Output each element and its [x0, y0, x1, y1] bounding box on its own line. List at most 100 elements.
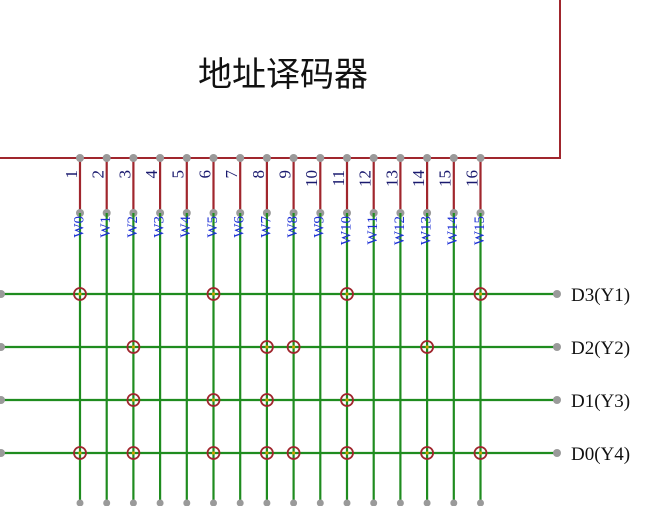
pin-top-node — [316, 154, 325, 162]
storage-cell-core — [265, 345, 269, 349]
word-end-node — [236, 499, 244, 506]
pin-top-node — [102, 154, 111, 162]
pin-number: 16 — [462, 170, 481, 187]
pin-number: 12 — [356, 170, 375, 187]
word-label: W5 — [205, 216, 221, 238]
storage-cell-core — [345, 398, 349, 402]
word-end-node — [290, 499, 298, 506]
pin-number: 13 — [382, 170, 401, 187]
pin-number: 8 — [249, 170, 268, 179]
pin-number: 11 — [329, 170, 348, 186]
word-end-node — [76, 499, 84, 506]
word-end-node — [370, 499, 378, 506]
word-label: W8 — [285, 216, 301, 238]
storage-cell-core — [292, 451, 296, 455]
bit-left-node — [0, 449, 5, 457]
word-end-node — [450, 499, 458, 506]
word-end-node — [103, 499, 111, 506]
storage-cell-core — [211, 398, 216, 402]
pin-number: 14 — [409, 170, 428, 188]
storage-cell-core — [211, 451, 216, 455]
storage-cell-core — [78, 451, 82, 455]
storage-cell-core — [478, 292, 483, 296]
storage-cells — [73, 287, 488, 460]
pin-top-node — [423, 154, 432, 162]
storage-cell-core — [265, 451, 269, 455]
pin-top-node — [449, 154, 458, 162]
word-label: W14 — [445, 216, 461, 246]
storage-cell-core — [131, 398, 135, 402]
bit-right-node — [553, 343, 561, 351]
pin-number: 1 — [62, 170, 81, 179]
word-end-node — [423, 499, 431, 506]
pin-top-node — [343, 154, 351, 162]
word-label: W0 — [71, 216, 87, 238]
pin-number: 9 — [276, 170, 295, 179]
pin-number: 6 — [195, 170, 214, 179]
word-label: W9 — [312, 216, 328, 238]
pin-top-node — [156, 154, 165, 162]
word-end-node — [156, 499, 164, 506]
word-end-node — [183, 499, 191, 506]
bit-label: D2(Y2) — [571, 338, 630, 359]
pin-top-node — [369, 154, 378, 162]
pin-top-node — [129, 154, 138, 162]
word-label: W10 — [338, 216, 354, 245]
pin-top-node — [289, 154, 298, 162]
word-label: W3 — [152, 216, 168, 238]
bit-right-node — [553, 290, 561, 298]
word-end-node — [210, 499, 217, 506]
word-end-node — [316, 499, 324, 506]
pin-number: 2 — [89, 170, 108, 179]
storage-cell-core — [265, 398, 269, 402]
word-label: W1 — [98, 216, 114, 238]
pin-top-node — [209, 154, 218, 162]
pin-number: 5 — [169, 170, 188, 179]
decoder-output-pins: 1 2 3 4 5 6 7 8 9 10 11 12 13 14 15 16 — [62, 154, 485, 217]
pin-number: 4 — [142, 170, 161, 179]
storage-cell-core — [78, 292, 82, 296]
word-label: W6 — [232, 216, 248, 238]
storage-cell-core — [345, 292, 349, 296]
pin-top-node — [236, 154, 245, 162]
bit-right-node — [553, 449, 561, 457]
pin-number: 3 — [115, 170, 134, 179]
storage-cell-core — [478, 451, 483, 455]
word-label: W13 — [419, 216, 435, 245]
pin-number: 15 — [436, 170, 455, 187]
storage-cell-core — [425, 345, 429, 349]
pin-number: 10 — [302, 170, 321, 187]
storage-cell-core — [425, 451, 429, 455]
bit-left-node — [0, 343, 5, 351]
word-lines: W0 W1 W2 W3 W4 W5 W6 W7 W8 W9 W10 W11 W12 W13 W14 W15 — [71, 213, 488, 506]
word-label: W2 — [125, 216, 141, 238]
word-label: W15 — [472, 216, 488, 245]
pin-number: 7 — [222, 170, 241, 179]
word-label: W11 — [365, 216, 381, 245]
pin-top-node — [182, 154, 191, 162]
storage-cell-core — [131, 451, 135, 455]
storage-cell-core — [211, 292, 216, 296]
word-end-node — [477, 499, 484, 506]
bit-label: D0(Y4) — [571, 444, 630, 465]
word-end-node — [343, 499, 351, 506]
word-end-node — [263, 499, 271, 506]
bit-left-node — [0, 290, 5, 298]
pin-top-node — [396, 154, 405, 162]
word-label: W4 — [178, 216, 194, 238]
decoder-title: 地址译码器 — [198, 55, 368, 95]
bit-lines: D3(Y1) D2(Y2) D1(Y3) D0(Y4) — [0, 285, 630, 465]
bit-left-node — [0, 396, 5, 404]
word-label: W12 — [392, 216, 408, 245]
pin-top-node — [476, 154, 485, 162]
word-label: W7 — [258, 216, 274, 238]
word-end-node — [129, 499, 137, 506]
pin-top-node — [76, 154, 84, 162]
bit-right-node — [553, 396, 561, 404]
rom-decoder-diagram: 地址译码器 1 2 3 4 5 6 7 8 9 10 11 12 13 14 15 16 W0 W1 W2 W3 W4… — [0, 0, 630, 506]
bit-label: D3(Y1) — [571, 285, 630, 306]
pin-top-node — [262, 154, 271, 162]
storage-cell-core — [131, 345, 135, 349]
word-end-node — [396, 499, 404, 506]
bit-label: D1(Y3) — [571, 391, 630, 412]
